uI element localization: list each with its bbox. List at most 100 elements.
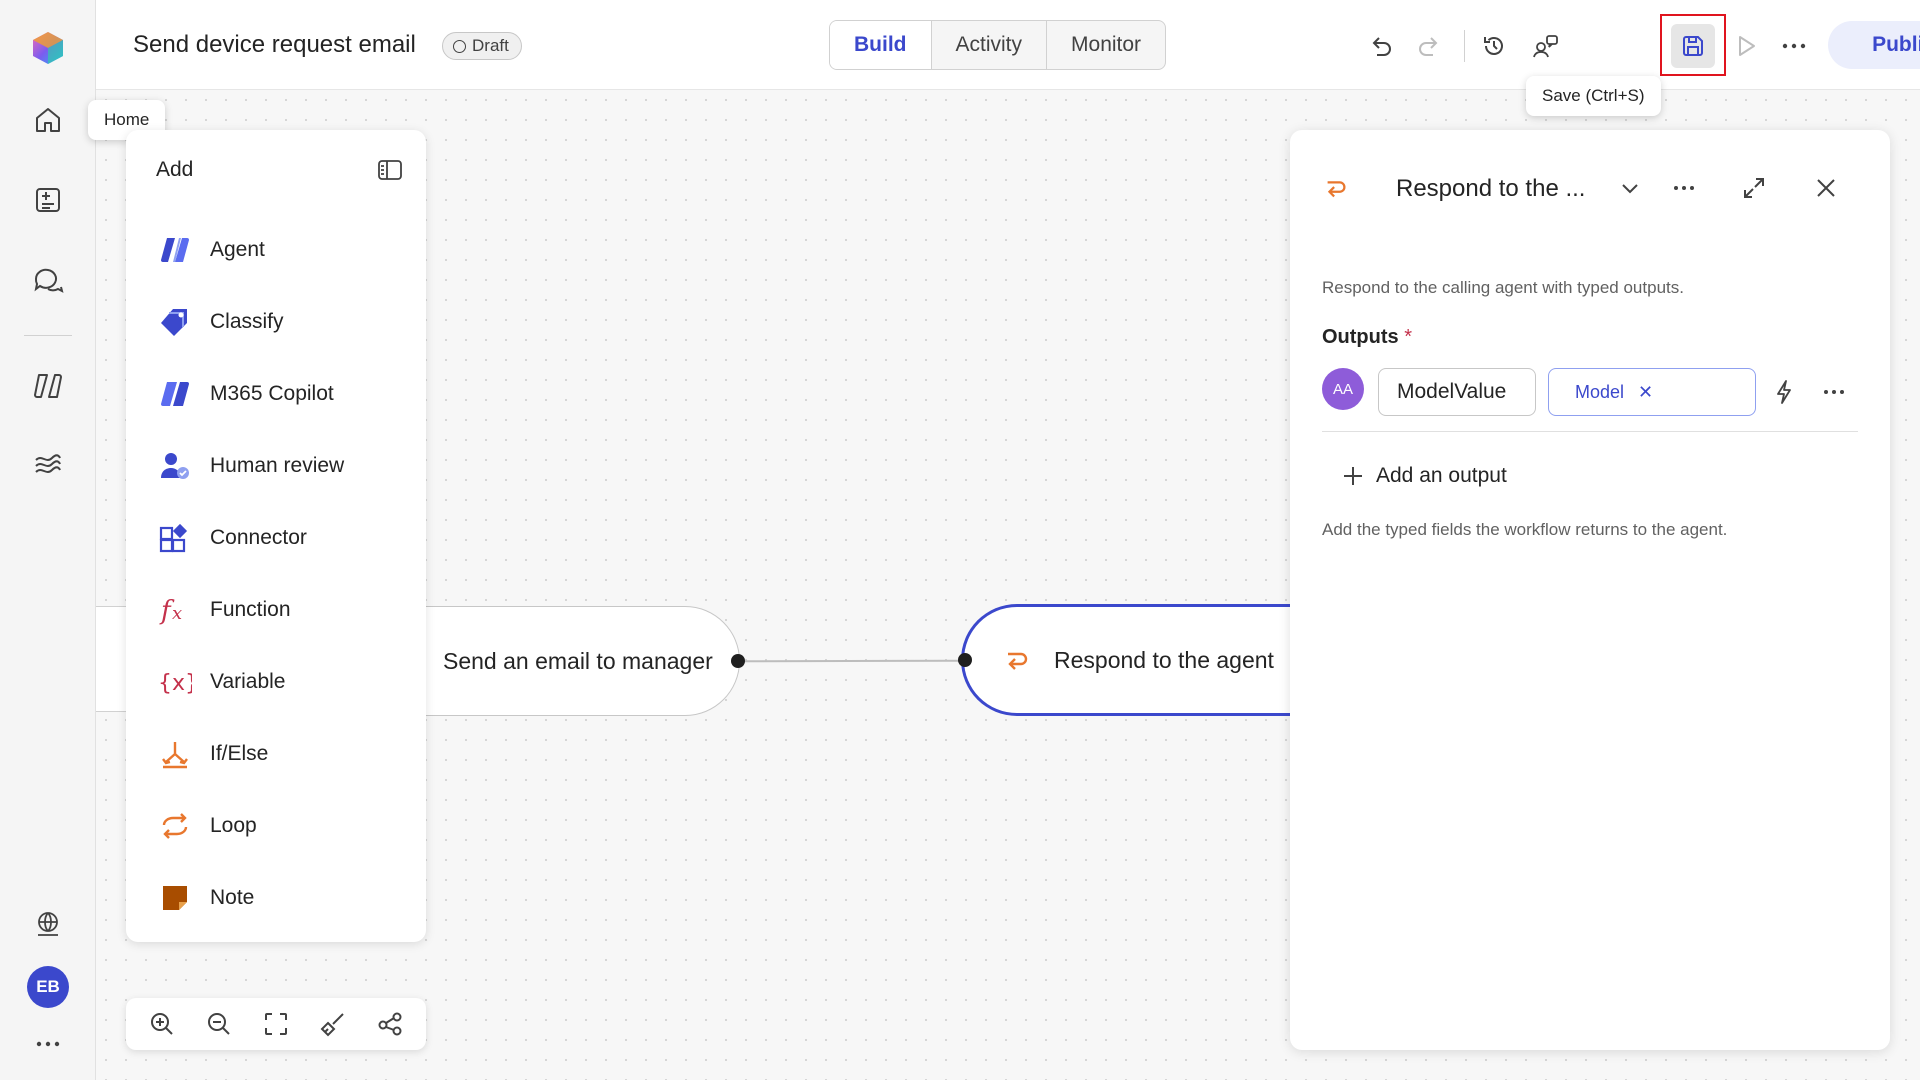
app-logo-icon[interactable]	[24, 24, 72, 72]
zoom-out-button[interactable]	[199, 1004, 239, 1044]
output-more-button[interactable]	[1814, 372, 1854, 412]
collapse-panel-button[interactable]	[370, 150, 410, 190]
add-item-connector[interactable]: Connector	[146, 510, 408, 566]
add-item-label: Note	[210, 886, 255, 909]
add-item-label: Human review	[210, 454, 345, 477]
history-icon	[1484, 37, 1503, 55]
chevron-down-icon	[1622, 184, 1638, 194]
more-icon[interactable]	[24, 1020, 72, 1068]
undo-button[interactable]	[1358, 24, 1402, 68]
people-icon	[1533, 35, 1558, 58]
view-tabs: Build Activity Monitor	[829, 20, 1167, 70]
remove-type-icon[interactable]: ✕	[1638, 382, 1653, 403]
version-history-button[interactable]	[1472, 24, 1516, 68]
tidy-up-button[interactable]	[313, 1004, 353, 1044]
outputs-label: Outputs *	[1322, 326, 1412, 349]
outputs-hint: Add the typed fields the workflow return…	[1322, 520, 1728, 539]
function-icon: fx	[158, 593, 192, 627]
outputs-label-text: Outputs	[1322, 326, 1399, 348]
tab-activity[interactable]: Activity	[932, 21, 1048, 69]
zoom-toolbar	[126, 998, 426, 1050]
expand-button[interactable]	[1734, 168, 1774, 208]
loop-icon	[158, 809, 192, 843]
dynamic-value-button[interactable]	[1764, 372, 1804, 412]
title-dropdown-button[interactable]	[1610, 168, 1650, 208]
fit-to-view-button[interactable]	[256, 1004, 296, 1044]
add-item-agent[interactable]: Agent	[146, 222, 408, 278]
add-item-label: Loop	[210, 814, 257, 837]
add-item-label: Agent	[210, 238, 265, 261]
add-panel-title: Add	[156, 158, 194, 181]
variable-icon: {x}	[158, 665, 192, 699]
redo-button[interactable]	[1408, 24, 1452, 68]
test-run-button[interactable]	[1724, 24, 1768, 68]
add-item-m365-copilot[interactable]: M365 Copilot	[146, 366, 408, 422]
add-item-if-else[interactable]: If/Else	[146, 726, 408, 782]
type-chip: Model	[1575, 381, 1625, 402]
undo-icon	[1372, 37, 1391, 56]
flow-title: Send device request email	[133, 31, 416, 58]
fit-view-icon	[264, 1013, 287, 1035]
more-icon	[1824, 390, 1844, 394]
agent-icon	[158, 233, 192, 267]
add-item-label: Variable	[210, 670, 286, 693]
flows-icon[interactable]	[24, 442, 72, 490]
globe-icon[interactable]	[24, 900, 72, 948]
tab-monitor[interactable]: Monitor	[1047, 21, 1165, 69]
if-else-icon	[158, 737, 192, 771]
add-item-classify[interactable]: Classify	[146, 294, 408, 350]
tab-build[interactable]: Build	[830, 21, 932, 69]
chat-icon[interactable]	[24, 256, 72, 304]
share-button[interactable]	[1524, 24, 1568, 68]
add-item-function[interactable]: fx Function	[146, 582, 408, 638]
zoom-out-icon	[208, 1013, 230, 1035]
save-tooltip: Save (Ctrl+S)	[1526, 76, 1661, 116]
required-marker: *	[1404, 326, 1413, 348]
human-review-icon	[158, 449, 192, 483]
add-panel: Add Agent Classify M365 Copilot Human re…	[126, 130, 426, 942]
add-item-human-review[interactable]: Human review	[146, 438, 408, 494]
output-name-input[interactable]	[1378, 368, 1536, 416]
add-item-label: Classify	[210, 310, 284, 333]
node-send-email-label: Send an email to manager	[443, 647, 713, 674]
m365-copilot-icon	[158, 377, 192, 411]
add-item-label: Function	[210, 598, 291, 621]
properties-description: Respond to the calling agent with typed …	[1322, 278, 1684, 297]
broom-icon	[320, 1013, 344, 1037]
node-respond-agent[interactable]: Respond to the agent	[961, 604, 1291, 716]
panel-collapse-icon	[378, 160, 402, 180]
respond-icon	[1008, 652, 1028, 670]
output-type-selector[interactable]: Model ✕	[1548, 368, 1756, 416]
properties-title: Respond to the ...	[1396, 175, 1586, 202]
input-port[interactable]	[958, 653, 972, 667]
redo-icon	[1419, 37, 1438, 56]
node-more-button[interactable]	[1664, 168, 1704, 208]
home-icon[interactable]	[24, 96, 72, 144]
close-button[interactable]	[1806, 168, 1846, 208]
respond-icon	[1316, 168, 1356, 208]
output-port[interactable]	[731, 654, 745, 668]
add-output-button[interactable]: Add an output	[1342, 456, 1507, 496]
more-options-button[interactable]	[1772, 24, 1816, 68]
close-icon	[1817, 179, 1835, 197]
add-item-note[interactable]: Note	[146, 870, 408, 926]
zoom-in-icon	[151, 1013, 174, 1035]
svg-text:x: x	[172, 603, 182, 624]
add-item-label: Connector	[210, 526, 307, 549]
more-icon	[1674, 186, 1694, 190]
add-item-variable[interactable]: {x} Variable	[146, 654, 408, 710]
properties-panel: Respond to the ... Respond to the callin…	[1290, 130, 1890, 1050]
play-icon	[1739, 36, 1755, 56]
publish-button[interactable]: Publish	[1828, 21, 1920, 69]
user-avatar[interactable]: EB	[27, 966, 69, 1008]
agents-icon[interactable]	[24, 362, 72, 410]
zoom-in-button[interactable]	[142, 1004, 182, 1044]
note-icon	[158, 881, 192, 915]
node-respond-agent-label: Respond to the agent	[1054, 646, 1274, 673]
rail-divider	[24, 335, 72, 336]
add-item-label: M365 Copilot	[210, 382, 334, 405]
add-item-loop[interactable]: Loop	[146, 798, 408, 854]
output-type-avatar: AA	[1322, 368, 1364, 410]
minimap-button[interactable]	[370, 1004, 410, 1044]
create-icon[interactable]	[24, 176, 72, 224]
